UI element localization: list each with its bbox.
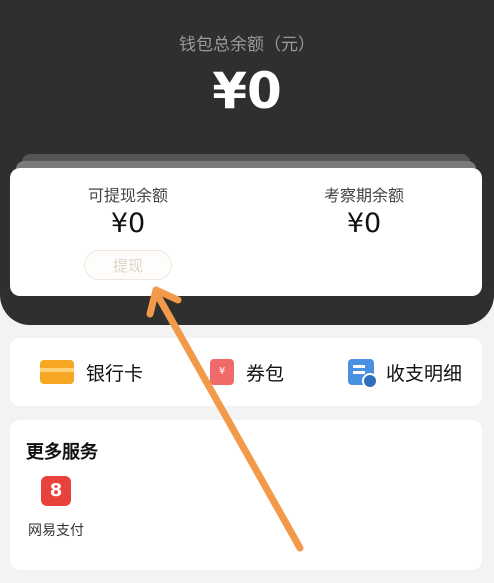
- coupons-shortcut[interactable]: ¥ 券包: [210, 338, 284, 406]
- coupons-label: 券包: [246, 362, 285, 385]
- review-balance-section: 考察期余额 ¥0: [246, 168, 482, 296]
- withdrawable-balance-label: 可提现余额: [87, 186, 168, 205]
- review-balance-value: ¥0: [346, 208, 382, 239]
- total-balance-value: ¥0: [212, 62, 282, 120]
- shortcut-bar: 银行卡 ¥ 券包 收支明细: [10, 338, 482, 406]
- bank-card-shortcut[interactable]: 银行卡: [40, 338, 143, 406]
- netease-pay-icon: 8: [41, 476, 71, 506]
- withdraw-button[interactable]: 提现: [84, 250, 172, 280]
- more-services-title: 更多服务: [26, 442, 98, 463]
- bank-card-icon: [40, 360, 74, 384]
- bill-clock-icon: [348, 359, 378, 389]
- bills-shortcut[interactable]: 收支明细: [348, 338, 462, 406]
- balance-card: 可提现余额 ¥0 提现 考察期余额 ¥0: [10, 168, 482, 296]
- bank-card-label: 银行卡: [86, 362, 144, 385]
- review-balance-label: 考察期余额: [323, 186, 404, 205]
- withdrawable-balance-value: ¥0: [110, 208, 146, 239]
- service-item-netease-pay[interactable]: 8 网易支付: [24, 476, 88, 540]
- coupon-icon: ¥: [210, 359, 234, 385]
- bills-label: 收支明细: [386, 362, 463, 385]
- more-services-panel: 更多服务 8 网易支付: [10, 420, 482, 570]
- withdrawable-balance-section: 可提现余额 ¥0 提现: [10, 168, 246, 296]
- service-item-label: 网易支付: [28, 523, 84, 539]
- total-balance-label: 钱包总余额（元）: [179, 35, 315, 55]
